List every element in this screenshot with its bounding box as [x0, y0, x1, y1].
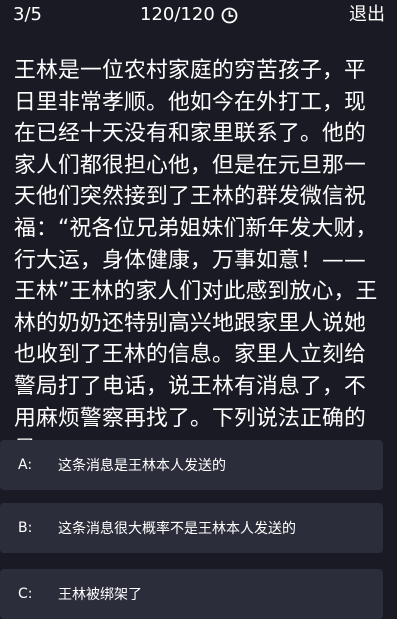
option-letter: B:: [18, 520, 33, 536]
option-letter: A:: [18, 457, 33, 473]
option-a[interactable]: A: 这条消息是王林本人发送的: [0, 440, 383, 490]
option-text: 这条消息是王林本人发送的: [58, 458, 226, 474]
timer: 120/120: [140, 4, 238, 26]
option-text: 这条消息很大概率不是王林本人发送的: [58, 521, 296, 537]
top-bar: 3/5 120/120 退出: [0, 0, 397, 30]
option-text: 王林被绑架了: [58, 587, 142, 603]
timer-value: 120/120: [140, 4, 215, 25]
option-b[interactable]: B: 这条消息很大概率不是王林本人发送的: [0, 503, 383, 553]
question-progress: 3/5: [13, 4, 42, 25]
clock-icon: [221, 7, 238, 24]
option-letter: C:: [18, 586, 33, 602]
quit-button[interactable]: 退出: [349, 4, 385, 26]
question-text: 王林是一位农村家庭的穷苦孩子，平日里非常孝顺。他如今在外打工，现在已经十天没有和…: [14, 58, 378, 462]
option-c[interactable]: C: 王林被绑架了: [0, 569, 383, 619]
